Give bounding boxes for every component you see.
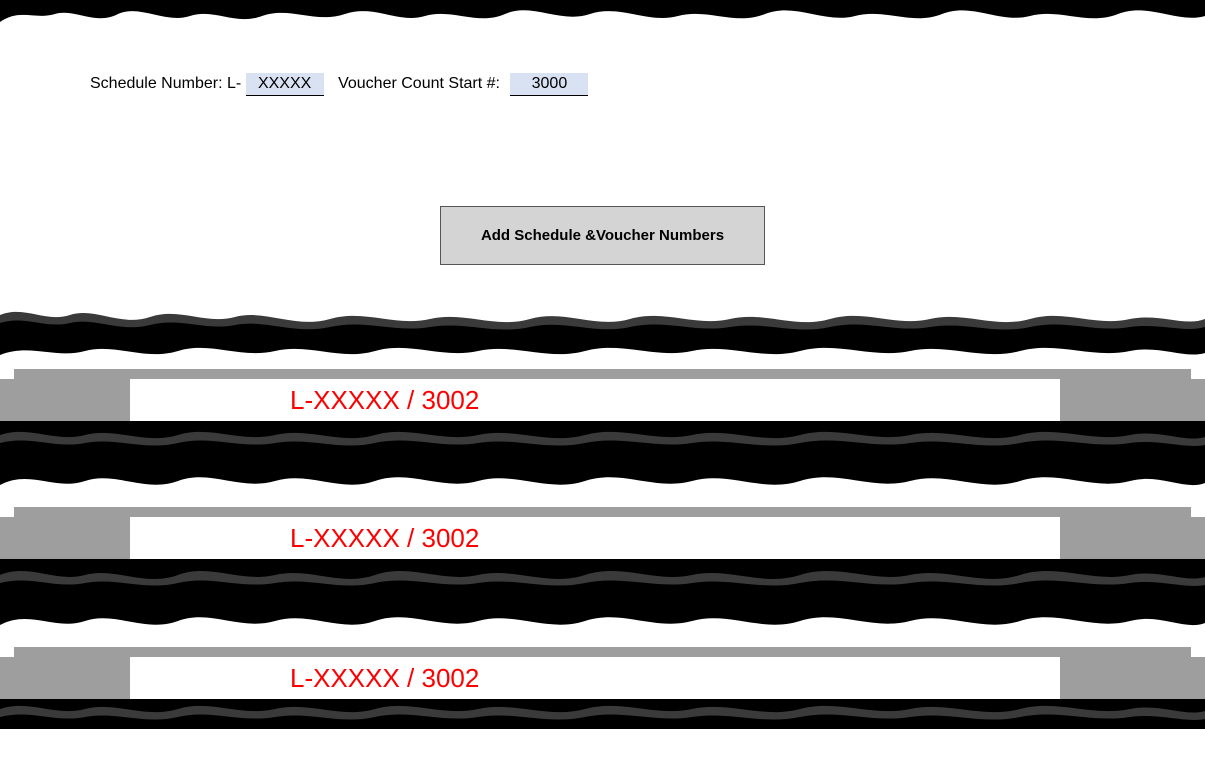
form-row: Schedule Number: L- Voucher Count Start … bbox=[90, 73, 1115, 96]
voucher-strip-3: L-XXXXX / 3002 Standard Form 1047 bbox=[0, 599, 1205, 729]
torn-edge bbox=[0, 421, 1205, 457]
voucher-header-bar bbox=[14, 507, 1191, 517]
voucher-header-bar bbox=[14, 647, 1191, 657]
voucher-header-bar bbox=[14, 369, 1191, 379]
form-panel: Schedule Number: L- Voucher Count Start … bbox=[0, 38, 1205, 295]
schedule-number-input[interactable] bbox=[246, 73, 324, 96]
voucher-strip-1: L-XXXXX / 3002 Standard Form 1047 bbox=[0, 335, 1205, 457]
voucher-number-label: L-XXXXX / 3002 bbox=[290, 523, 479, 554]
torn-edge-top bbox=[0, 0, 1205, 38]
voucher-number-label: L-XXXXX / 3002 bbox=[290, 663, 479, 694]
voucher-strip-2: L-XXXXX / 3002 bbox=[0, 457, 1205, 599]
schedule-number-label: Schedule Number: L- bbox=[90, 75, 241, 92]
torn-edge bbox=[0, 699, 1205, 729]
torn-edge bbox=[0, 335, 1205, 369]
add-schedule-voucher-button[interactable]: Add Schedule &Voucher Numbers bbox=[440, 206, 765, 265]
voucher-count-input[interactable] bbox=[510, 73, 588, 96]
torn-edge-panel-bottom bbox=[0, 295, 1205, 335]
torn-edge bbox=[0, 599, 1205, 647]
torn-edge bbox=[0, 457, 1205, 507]
voucher-number-label: L-XXXXX / 3002 bbox=[290, 385, 479, 416]
torn-edge bbox=[0, 559, 1205, 599]
voucher-count-label: Voucher Count Start #: bbox=[338, 75, 500, 92]
